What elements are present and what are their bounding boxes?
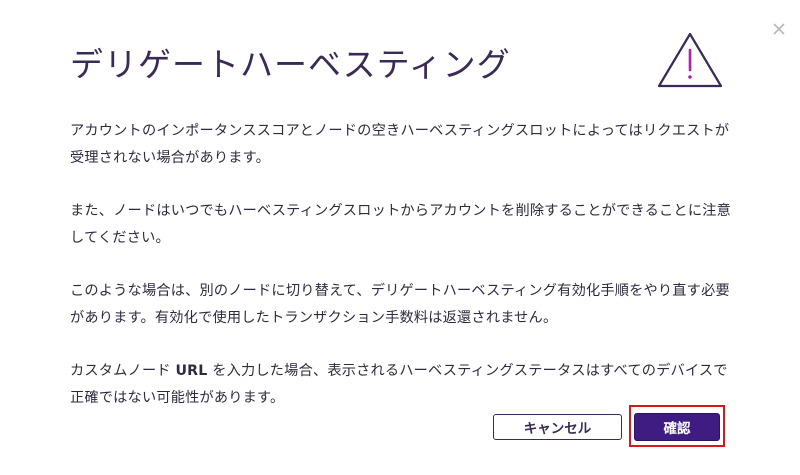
custom-node-text: カスタムノード [70, 363, 176, 379]
close-button[interactable] [768, 18, 790, 40]
warning-triangle-icon [655, 30, 725, 90]
close-icon[interactable] [768, 18, 790, 40]
harvesting-dialog: デリゲートハーベスティング アカウントのインポータンススコアとノードの空きハーベ… [0, 0, 800, 475]
body-paragraph-3: このような場合は、別のノードに切り替えて、デリゲートハーベスティング有効化手順を… [70, 283, 730, 326]
url-label: URL [175, 363, 208, 379]
confirm-button[interactable]: 確認 [634, 413, 720, 441]
body-paragraph-1: アカウントのインポータンススコアとノードの空きハーベスティングスロットによっては… [70, 123, 730, 166]
body-paragraph-4: カスタムノード URL を入力した場合、表示されるハーベスティングステータスはす… [70, 358, 736, 412]
dialog-title: デリゲートハーベスティング [70, 45, 511, 84]
cancel-button[interactable]: キャンセル [493, 414, 622, 440]
body-paragraph-2: また、ノードはいつでもハーベスティングスロットからアカウントを削除することができ… [70, 203, 731, 246]
dialog-body: アカウントのインポータンススコアとノードの空きハーベスティングスロットによっては… [70, 118, 736, 438]
